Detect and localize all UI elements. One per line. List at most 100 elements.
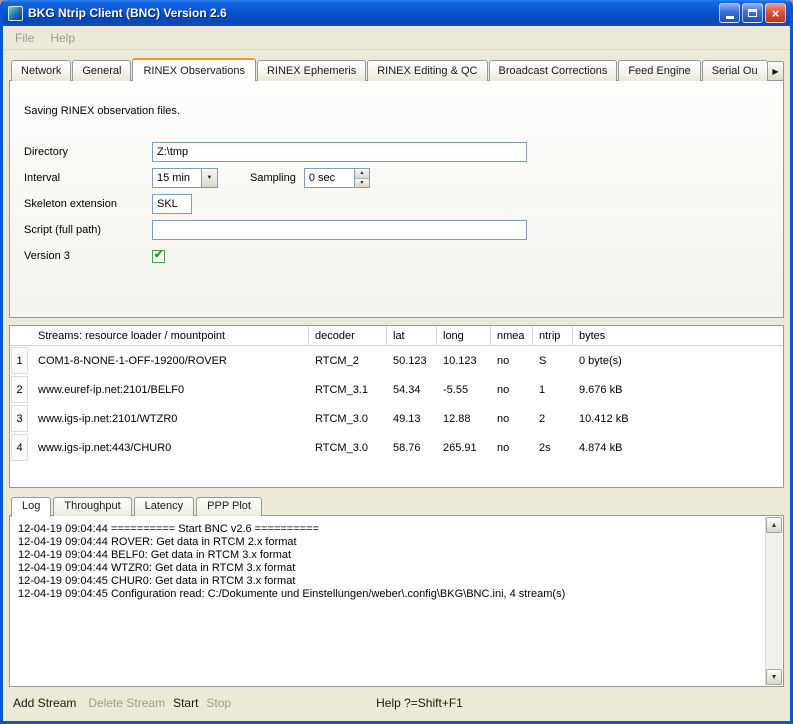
stop-button[interactable]: Stop <box>206 696 231 710</box>
cell-mountpoint: COM1-8-NONE-1-OFF-19200/ROVER <box>28 355 309 367</box>
sampling-spinner[interactable]: 0 sec ▲ ▼ <box>304 168 370 188</box>
cell-nmea: no <box>491 442 533 454</box>
cell-decoder: RTCM_2 <box>309 355 387 367</box>
log-line: 12-04-19 09:04:45 CHUR0: Get data in RTC… <box>18 575 757 588</box>
tab-general[interactable]: General <box>72 60 131 81</box>
version3-label: Version 3 <box>24 250 152 262</box>
table-row[interactable]: 2 www.euref-ip.net:2101/BELF0 RTCM_3.1 5… <box>10 375 783 404</box>
header-ntrip: ntrip <box>533 326 573 345</box>
skeleton-row: Skeleton extension <box>24 191 783 217</box>
skeleton-extension-input[interactable] <box>152 194 192 214</box>
chevron-right-icon: ▶ <box>772 67 778 76</box>
menu-file[interactable]: File <box>7 28 42 48</box>
cell-bytes: 4.874 kB <box>573 442 783 454</box>
header-row-number <box>10 326 28 345</box>
delete-stream-button[interactable]: Delete Stream <box>88 696 165 710</box>
log-line: 12-04-19 09:04:44 ROVER: Get data in RTC… <box>18 536 757 549</box>
skeleton-extension-label: Skeleton extension <box>24 198 152 210</box>
cell-bytes: 0 byte(s) <box>573 355 783 367</box>
log-output[interactable]: 12-04-19 09:04:44 ========== Start BNC v… <box>9 515 784 687</box>
script-row: Script (full path) <box>24 217 783 243</box>
sampling-label: Sampling <box>250 172 296 184</box>
tab-throughput[interactable]: Throughput <box>53 497 131 516</box>
action-bar: Add Stream Delete Stream Start Stop Help… <box>3 687 790 721</box>
version3-checkbox[interactable]: ✔ <box>152 250 165 263</box>
log-tab-bar: Log Throughput Latency PPP Plot <box>11 497 784 516</box>
add-stream-button[interactable]: Add Stream <box>13 696 76 710</box>
minimize-button[interactable] <box>719 3 740 23</box>
scroll-up-icon[interactable]: ▲ <box>766 517 782 533</box>
start-button[interactable]: Start <box>173 696 198 710</box>
cell-lat: 50.123 <box>387 355 437 367</box>
tab-latency[interactable]: Latency <box>134 497 195 516</box>
app-window: BKG Ntrip Client (BNC) Version 2.6 × Fil… <box>0 0 793 724</box>
script-path-input[interactable] <box>152 220 527 240</box>
menu-help[interactable]: Help <box>42 28 83 48</box>
tab-log[interactable]: Log <box>11 497 51 517</box>
tab-rinex-observations[interactable]: RINEX Observations <box>132 58 255 81</box>
table-row[interactable]: 3 www.igs-ip.net:2101/WTZR0 RTCM_3.0 49.… <box>10 404 783 433</box>
interval-label: Interval <box>24 172 152 184</box>
cell-mountpoint: www.euref-ip.net:2101/BELF0 <box>28 384 309 396</box>
close-icon: × <box>772 7 780 20</box>
tab-ppp-plot[interactable]: PPP Plot <box>196 497 262 516</box>
tab-network[interactable]: Network <box>11 60 71 81</box>
close-button[interactable]: × <box>765 3 786 23</box>
interval-row: Interval 15 min ▼ Sampling 0 sec ▲ ▼ <box>24 165 783 191</box>
cell-ntrip: S <box>533 355 573 367</box>
cell-mountpoint: www.igs-ip.net:443/CHUR0 <box>28 442 309 454</box>
maximize-button[interactable] <box>742 3 763 23</box>
cell-ntrip: 2s <box>533 442 573 454</box>
interval-value: 15 min <box>153 169 201 187</box>
tab-rinex-editing-qc[interactable]: RINEX Editing & QC <box>367 60 487 81</box>
spin-down-icon[interactable]: ▼ <box>355 179 369 188</box>
checkmark-icon: ✔ <box>154 250 163 261</box>
scroll-down-icon[interactable]: ▼ <box>766 669 782 685</box>
app-icon <box>8 6 23 21</box>
sampling-value: 0 sec <box>305 169 354 187</box>
tab-broadcast-corrections[interactable]: Broadcast Corrections <box>489 60 618 81</box>
log-line: 12-04-19 09:04:44 BELF0: Get data in RTC… <box>18 549 757 562</box>
directory-label: Directory <box>24 146 152 158</box>
header-decoder: decoder <box>309 326 387 345</box>
header-nmea: nmea <box>491 326 533 345</box>
menu-bar: File Help <box>3 26 790 50</box>
help-hint-label: Help ?=Shift+F1 <box>376 696 463 710</box>
cell-long: 265.91 <box>437 442 491 454</box>
cell-ntrip: 1 <box>533 384 573 396</box>
cell-nmea: no <box>491 413 533 425</box>
tab-feed-engine[interactable]: Feed Engine <box>618 60 700 81</box>
cell-mountpoint: www.igs-ip.net:2101/WTZR0 <box>28 413 309 425</box>
cell-long: 10.123 <box>437 355 491 367</box>
log-line: 12-04-19 09:04:44 ========== Start BNC v… <box>18 523 757 536</box>
table-row[interactable]: 4 www.igs-ip.net:443/CHUR0 RTCM_3.0 58.7… <box>10 433 783 462</box>
header-mountpoint: Streams: resource loader / mountpoint <box>28 326 309 345</box>
cell-nmea: no <box>491 384 533 396</box>
table-row[interactable]: 1 COM1-8-NONE-1-OFF-19200/ROVER RTCM_2 5… <box>10 346 783 375</box>
directory-row: Directory <box>24 139 783 165</box>
cell-lat: 54.34 <box>387 384 437 396</box>
directory-input[interactable] <box>152 142 527 162</box>
client-area: Network General RINEX Observations RINEX… <box>3 50 790 687</box>
pane-description: Saving RINEX observation files. <box>24 105 783 117</box>
maximize-icon <box>748 9 757 17</box>
cell-lat: 49.13 <box>387 413 437 425</box>
cell-decoder: RTCM_3.1 <box>309 384 387 396</box>
cell-long: 12.88 <box>437 413 491 425</box>
minimize-icon <box>726 16 734 19</box>
tab-rinex-ephemeris[interactable]: RINEX Ephemeris <box>257 60 366 81</box>
title-bar[interactable]: BKG Ntrip Client (BNC) Version 2.6 × <box>3 0 790 26</box>
streams-header-row: Streams: resource loader / mountpoint de… <box>10 326 783 346</box>
interval-dropdown[interactable]: 15 min ▼ <box>152 168 218 188</box>
chevron-down-icon[interactable]: ▼ <box>201 169 217 187</box>
log-line: 12-04-19 09:04:44 WTZR0: Get data in RTC… <box>18 562 757 575</box>
log-scrollbar[interactable]: ▲ ▼ <box>765 517 782 685</box>
log-line: 12-04-19 09:04:45 Configuration read: C:… <box>18 588 757 601</box>
streams-table: Streams: resource loader / mountpoint de… <box>9 325 784 488</box>
tab-serial-output[interactable]: Serial Ou <box>702 60 768 81</box>
spin-up-icon[interactable]: ▲ <box>355 169 369 179</box>
main-tab-bar: Network General RINEX Observations RINEX… <box>9 58 784 81</box>
cell-lat: 58.76 <box>387 442 437 454</box>
rinex-observations-pane: Saving RINEX observation files. Director… <box>9 80 784 318</box>
tab-scroll-right-button[interactable]: ▶ <box>767 61 784 81</box>
